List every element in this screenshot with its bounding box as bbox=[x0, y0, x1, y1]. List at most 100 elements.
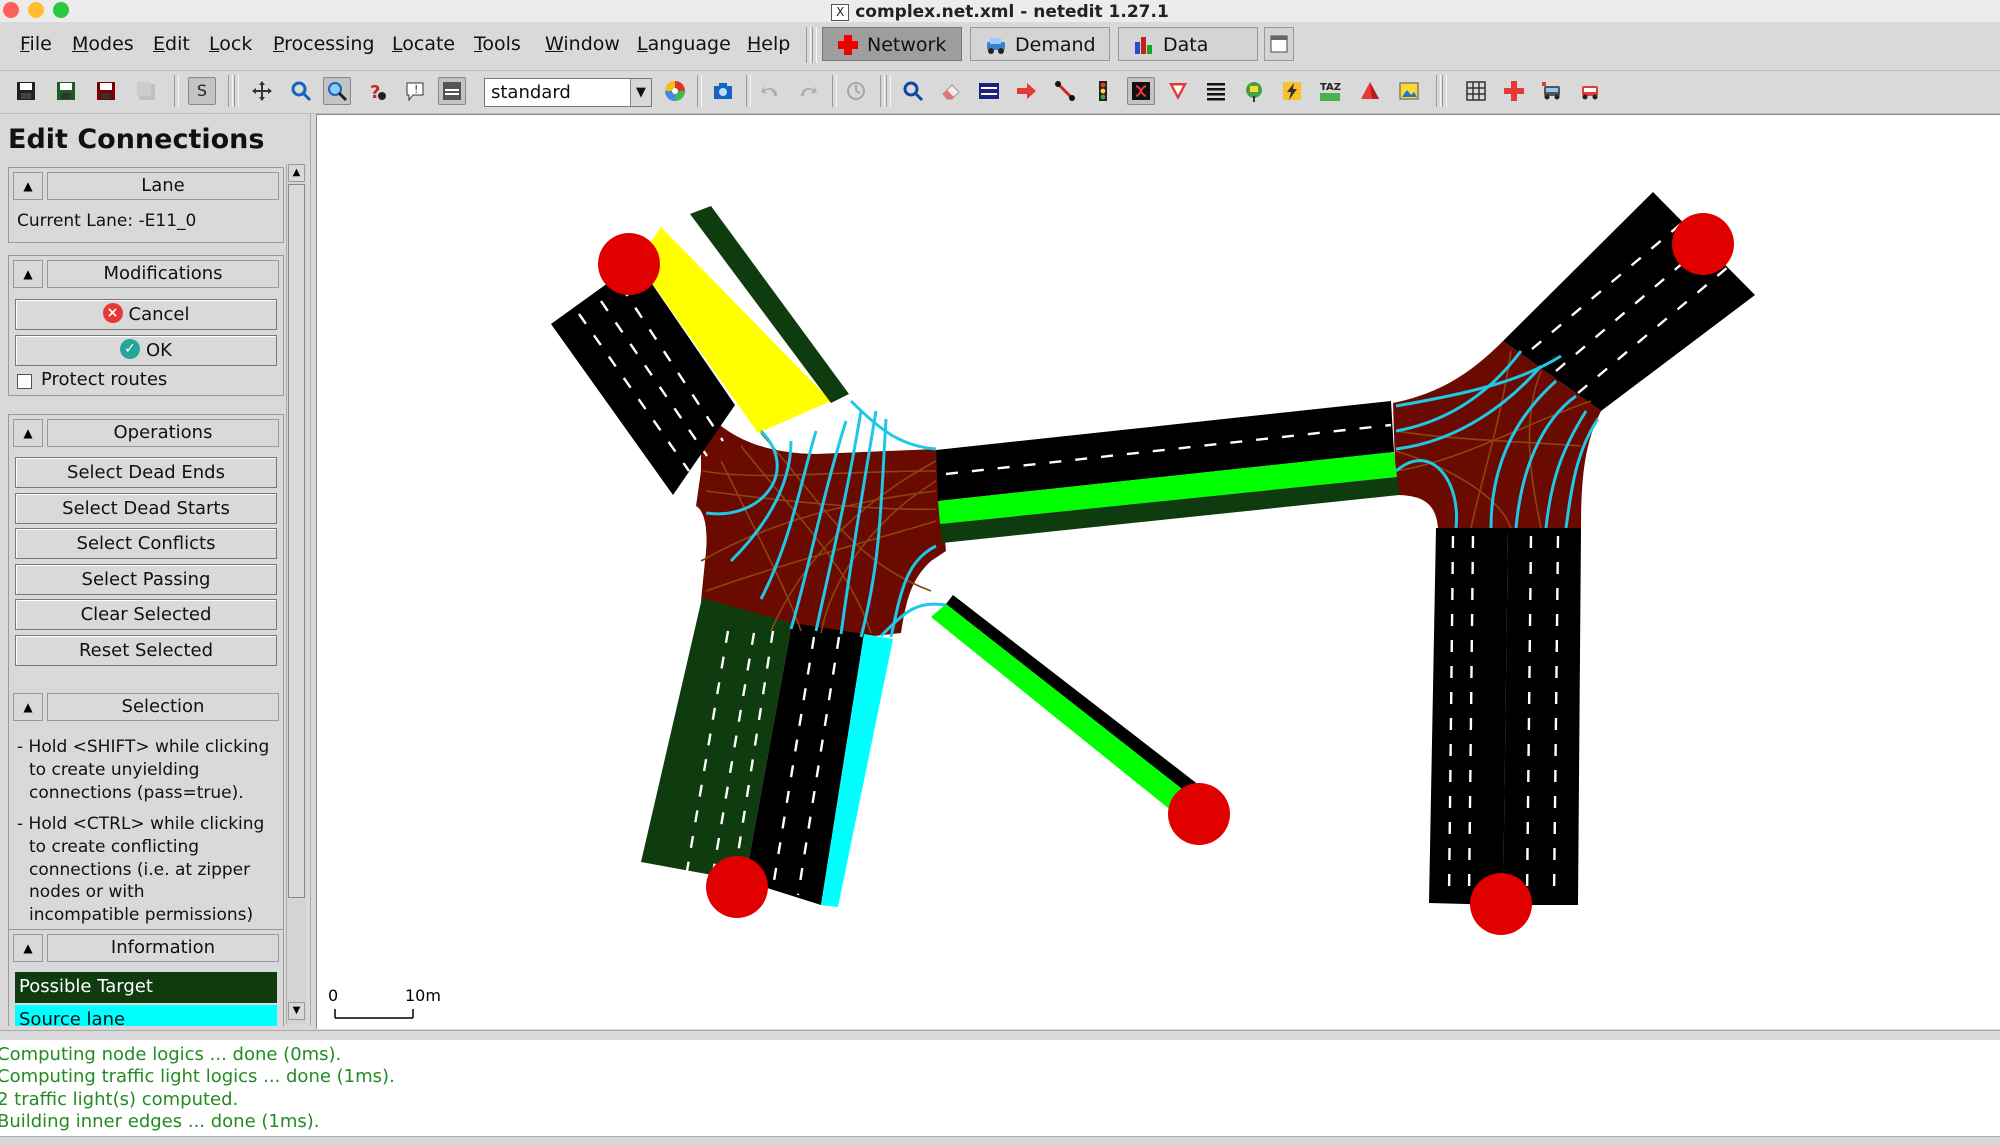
menu-lock[interactable]: Lock bbox=[209, 33, 252, 55]
toolbar-separator bbox=[880, 75, 885, 107]
redo-button[interactable] bbox=[794, 77, 822, 105]
lane-group: ▲ Lane Current Lane: -E11_0 bbox=[8, 167, 284, 243]
node-se[interactable] bbox=[1168, 783, 1230, 845]
camera-icon bbox=[714, 83, 732, 99]
select-dead-starts-button[interactable]: Select Dead Starts bbox=[15, 493, 277, 524]
lane-diag-target[interactable] bbox=[931, 604, 1191, 816]
show-demand-elements-button[interactable] bbox=[1538, 77, 1566, 105]
menu-locate[interactable]: Locate bbox=[392, 33, 455, 55]
new-network-button[interactable] bbox=[12, 77, 40, 105]
wire-mode-button[interactable] bbox=[1278, 77, 1306, 105]
collapse-operations-button[interactable]: ▲ bbox=[13, 419, 43, 447]
inspect-mode-button[interactable] bbox=[899, 77, 927, 105]
information-group-header: ▲ Information bbox=[13, 934, 279, 963]
node-ne[interactable] bbox=[1672, 213, 1734, 275]
network-plus-icon bbox=[837, 33, 859, 55]
collapse-selection-button[interactable]: ▲ bbox=[13, 693, 43, 721]
toolbar-separator bbox=[1442, 75, 1447, 107]
question-icon: ? bbox=[370, 82, 386, 102]
node-sw[interactable] bbox=[706, 856, 768, 918]
crossing-stripes-icon bbox=[1207, 83, 1225, 101]
shape-mode-button[interactable] bbox=[1356, 77, 1384, 105]
additional-mode-button[interactable] bbox=[1240, 77, 1268, 105]
window-title: Xcomplex.net.xml - netedit 1.27.1 bbox=[0, 2, 2000, 22]
save-network-button[interactable] bbox=[52, 77, 80, 105]
traffic-light-mode-button[interactable] bbox=[1089, 77, 1117, 105]
toggle-grid-button[interactable] bbox=[1462, 77, 1490, 105]
protect-routes-checkbox[interactable] bbox=[17, 374, 32, 389]
menu-modes[interactable]: Modes bbox=[72, 33, 134, 55]
menu-edit[interactable]: Edit bbox=[153, 33, 190, 55]
bus-stop-icon bbox=[1246, 82, 1262, 102]
menu-toggle-button[interactable] bbox=[438, 77, 466, 105]
toggle-panel-button[interactable] bbox=[1264, 27, 1294, 61]
supermode-data-button[interactable]: Data bbox=[1118, 27, 1258, 61]
ok-button[interactable]: ✓ OK bbox=[15, 335, 277, 366]
prohibition-mode-button[interactable] bbox=[1164, 77, 1192, 105]
select-area-mode-button[interactable] bbox=[975, 77, 1003, 105]
scroll-down-arrow-icon[interactable]: ▼ bbox=[288, 1002, 305, 1020]
delete-mode-button[interactable] bbox=[937, 77, 965, 105]
save-config-button[interactable] bbox=[132, 77, 160, 105]
create-edge-mode-button[interactable] bbox=[1051, 77, 1079, 105]
scroll-up-arrow-icon[interactable]: ▲ bbox=[288, 164, 305, 182]
collapse-information-button[interactable]: ▲ bbox=[13, 934, 43, 962]
menu-help[interactable]: Help bbox=[747, 33, 790, 55]
move-mode-button[interactable] bbox=[1012, 77, 1040, 105]
toggle-junction-shape-button[interactable] bbox=[1500, 77, 1528, 105]
menu-language[interactable]: Language bbox=[637, 33, 731, 55]
menu-tools[interactable]: Tools bbox=[474, 33, 521, 55]
crossing-mode-button[interactable] bbox=[1202, 77, 1230, 105]
operations-group-header: ▲ Operations bbox=[13, 419, 279, 448]
save-disk-icon bbox=[17, 82, 35, 100]
scale-end-label: 10m bbox=[405, 986, 441, 1005]
clear-selected-button[interactable]: Clear Selected bbox=[15, 599, 277, 630]
menu-window[interactable]: Window bbox=[545, 33, 620, 55]
connection-mode-button[interactable] bbox=[1127, 77, 1155, 105]
show-routes-button[interactable] bbox=[1576, 77, 1604, 105]
legend-source-lane: Source lane bbox=[15, 1005, 277, 1026]
supermode-network-button[interactable]: Network bbox=[822, 27, 962, 61]
select-passing-button[interactable]: Select Passing bbox=[15, 564, 277, 595]
locate-button[interactable] bbox=[323, 77, 351, 105]
chevron-down-icon[interactable]: ▼ bbox=[630, 79, 651, 106]
collapse-modifications-button[interactable]: ▲ bbox=[13, 260, 43, 288]
cancel-button[interactable]: × Cancel bbox=[15, 299, 277, 330]
zoom-button[interactable] bbox=[287, 77, 315, 105]
network-view-canvas[interactable]: 0 10m bbox=[316, 114, 2000, 1029]
history-icon bbox=[847, 82, 865, 100]
vehicle-route-icon bbox=[1582, 86, 1598, 100]
open-undo-list-button[interactable] bbox=[842, 77, 870, 105]
modifications-group-title: Modifications bbox=[47, 260, 279, 288]
menubar-separator bbox=[806, 27, 811, 63]
lane-diag-black[interactable] bbox=[946, 595, 1204, 796]
operations-group-title: Operations bbox=[47, 419, 279, 447]
toolbar-separator bbox=[234, 75, 239, 107]
node-s[interactable] bbox=[1470, 873, 1532, 935]
lane-s-black-2[interactable] bbox=[1503, 528, 1581, 905]
save-all-button[interactable] bbox=[92, 77, 120, 105]
taz-mode-button[interactable]: TAZ bbox=[1316, 77, 1344, 105]
panel-scrollbar[interactable]: ▲ ▼ bbox=[286, 164, 306, 1024]
polygon-icon bbox=[1361, 82, 1379, 99]
node-nw[interactable] bbox=[598, 233, 660, 295]
decal-mode-button[interactable] bbox=[1395, 77, 1423, 105]
edit-coloring-button[interactable] bbox=[661, 77, 689, 105]
recenter-view-button[interactable] bbox=[248, 77, 276, 105]
save-disabled-icon bbox=[137, 82, 155, 100]
menu-processing[interactable]: Processing bbox=[273, 33, 374, 55]
color-scheme-select[interactable]: standard ▼ bbox=[484, 78, 652, 107]
reset-selected-button[interactable]: Reset Selected bbox=[15, 635, 277, 666]
collapse-lane-button[interactable]: ▲ bbox=[13, 172, 43, 200]
help-button[interactable]: ? bbox=[363, 77, 391, 105]
undo-button[interactable] bbox=[756, 77, 784, 105]
screenshot-button[interactable] bbox=[709, 77, 737, 105]
tooltips-button[interactable]: ! bbox=[401, 77, 429, 105]
supermode-demand-button[interactable]: Demand bbox=[970, 27, 1110, 61]
select-mode-button[interactable]: S bbox=[188, 77, 216, 105]
select-conflicts-button[interactable]: Select Conflicts bbox=[15, 528, 277, 559]
select-dead-ends-button[interactable]: Select Dead Ends bbox=[15, 457, 277, 488]
scroll-thumb[interactable] bbox=[288, 184, 305, 898]
menu-file[interactable]: File bbox=[20, 33, 52, 55]
network-drawing[interactable]: 0 10m bbox=[317, 115, 2000, 1029]
